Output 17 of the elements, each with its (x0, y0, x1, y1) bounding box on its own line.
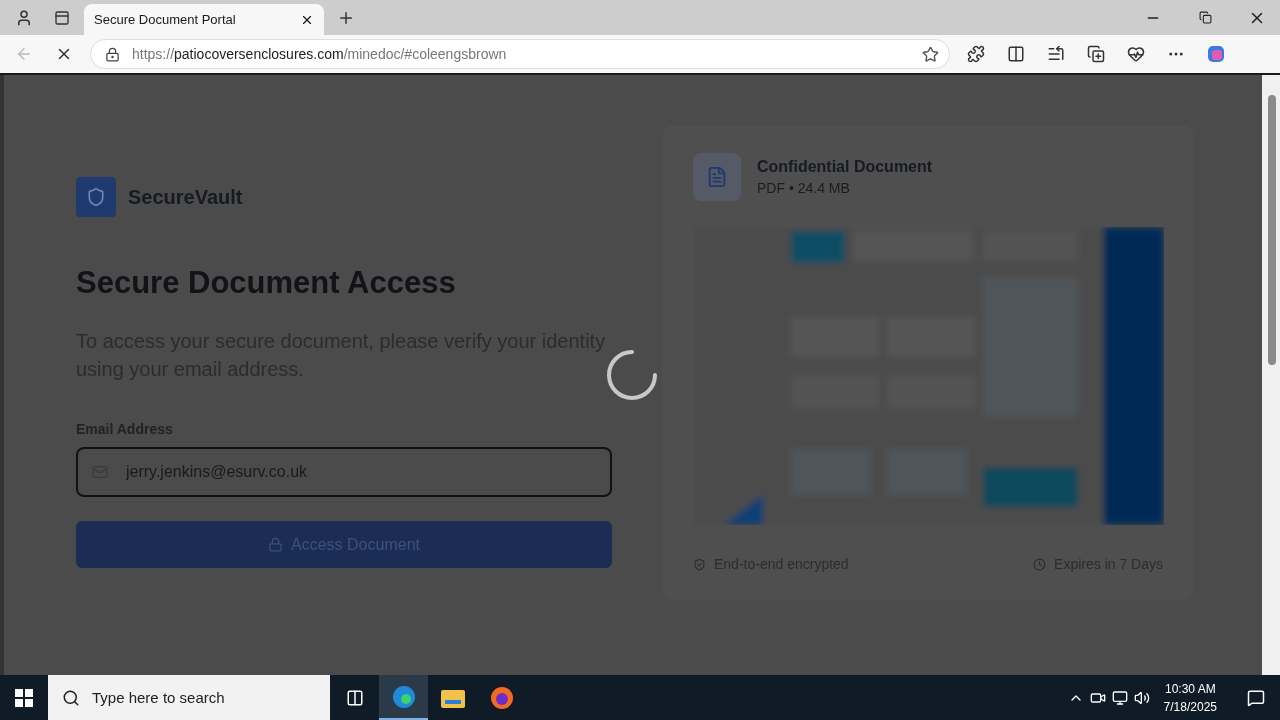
browser-tab[interactable]: Secure Document Portal (84, 4, 324, 35)
lock-icon (268, 537, 284, 552)
document-title: Confidential Document (757, 158, 933, 176)
scrollbar[interactable] (1262, 75, 1280, 675)
document-icon (693, 153, 741, 201)
shield-icon (76, 177, 116, 217)
taskbar-search[interactable]: Type here to search (48, 675, 330, 720)
page-heading: Secure Document Access (76, 265, 457, 301)
network-icon[interactable] (1111, 689, 1128, 706)
site-info-icon[interactable] (105, 46, 120, 62)
address-bar[interactable]: https://patiocoversenclosures.com/minedoc/#coleengsbrown (90, 39, 950, 69)
favorite-icon[interactable] (922, 45, 939, 63)
clock-icon (1033, 557, 1047, 571)
search-icon (62, 688, 80, 707)
shield-check-icon (693, 557, 706, 571)
taskbar-clock[interactable]: 10:30 AM 7/18/2025 (1155, 679, 1225, 716)
volume-icon[interactable] (1133, 689, 1150, 706)
